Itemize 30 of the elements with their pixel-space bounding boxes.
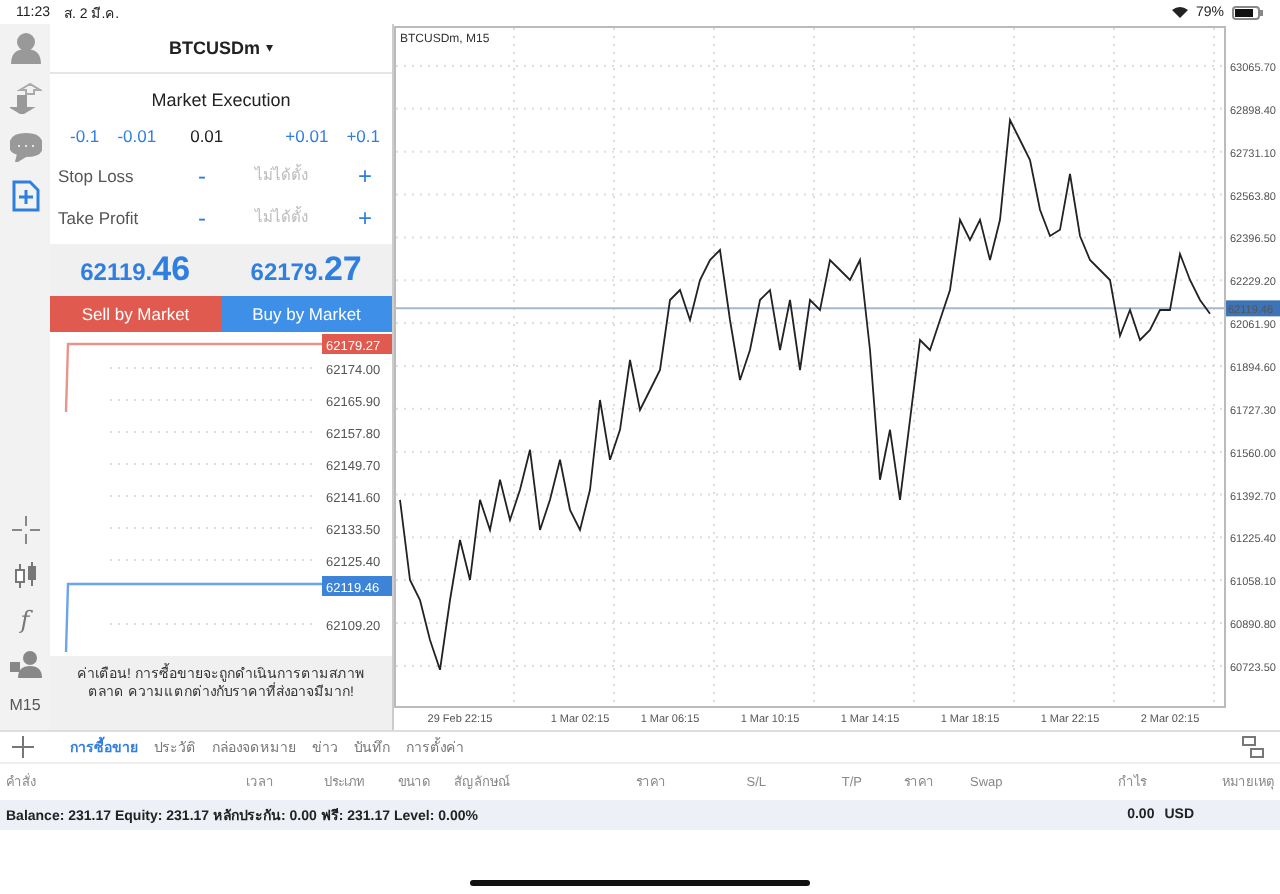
execution-type[interactable]: Market Execution <box>50 90 392 110</box>
volume-step-button[interactable]: -0.1 <box>70 126 100 146</box>
crosshair-icon[interactable] <box>11 516 39 544</box>
decrease-button[interactable]: - <box>189 205 214 229</box>
chat-icon[interactable] <box>9 132 41 162</box>
layout-icon[interactable] <box>1242 736 1264 758</box>
ask-price: 62179.27 <box>250 250 362 290</box>
add-icon[interactable] <box>12 736 34 758</box>
decrease-button[interactable]: - <box>189 163 214 187</box>
volume-step-button[interactable]: +0.1 <box>346 126 380 146</box>
home-indicator[interactable] <box>470 879 810 885</box>
increase-button[interactable]: + <box>349 205 380 229</box>
timeframe-button[interactable]: M15 <box>9 696 41 714</box>
battery-icon <box>1232 5 1264 19</box>
bid-price: 62119.46 <box>80 250 191 290</box>
arrows-icon[interactable] <box>9 82 41 114</box>
document-plus-icon[interactable] <box>11 180 39 212</box>
people-icon[interactable] <box>9 650 41 678</box>
buy-button[interactable]: Buy by Market <box>221 296 392 332</box>
stop-label: Take Profit <box>58 207 141 227</box>
volume-step-button[interactable]: +0.01 <box>285 126 329 146</box>
wifi-icon <box>1171 6 1188 18</box>
sell-button[interactable]: Sell by Market <box>50 296 221 332</box>
volume-step-button[interactable]: -0.01 <box>117 126 157 146</box>
increase-button[interactable]: + <box>349 163 380 187</box>
candlestick-icon[interactable] <box>13 562 37 590</box>
volume-value: 0.01 <box>190 126 224 146</box>
person-icon[interactable] <box>9 32 41 64</box>
indicator-button[interactable]: f <box>20 608 30 632</box>
stop-label: Stop Loss <box>58 165 136 185</box>
